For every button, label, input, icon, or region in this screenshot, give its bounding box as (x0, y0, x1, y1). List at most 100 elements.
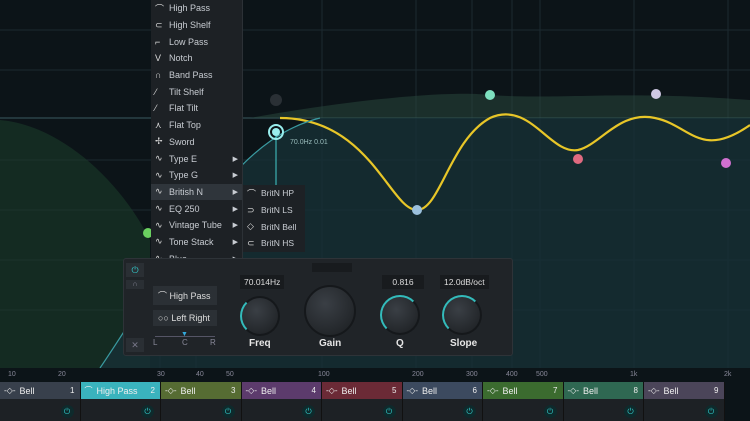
band-number: 9 (714, 386, 719, 395)
tilt-shelf-icon: ⁄ (155, 86, 157, 97)
axis-tick-label: 300 (466, 371, 478, 378)
band-slot-1[interactable]: -◇- Bell 1 ⏻ (0, 382, 81, 421)
band-slot-8[interactable]: -◇- Bell 8 ⏻ (563, 382, 644, 421)
axis-tick-label: 20 (58, 371, 66, 378)
pan-slider[interactable]: ▼ L C R (153, 331, 217, 348)
menu-item-vintage-tube[interactable]: ∿ Vintage Tube ▶ (151, 217, 242, 234)
gain-value-field[interactable] (312, 263, 352, 272)
band-header[interactable]: -◇- Bell 4 (241, 382, 321, 399)
band-header[interactable]: -◇- Bell 3 (161, 382, 241, 399)
filter-type-menu: ⌒ High Pass ⊂ High Shelf ⌐ Low Pass V Notch ∩ Ban… (151, 0, 243, 287)
power-icon[interactable]: ⏻ (704, 405, 718, 418)
band-type-label: Bell (502, 385, 518, 396)
bell-icon: -◇- (4, 386, 16, 395)
submenu-item-britn-bell[interactable]: ◇ BritN Bell (243, 218, 305, 235)
chevron-right-icon: ▶ (232, 222, 238, 230)
filter-type-dropdown[interactable]: ⌒ High Pass (153, 286, 217, 305)
slope-knob[interactable] (442, 295, 482, 335)
power-icon[interactable]: ⏻ (60, 405, 74, 418)
menu-item-flat-top[interactable]: ⋏ Flat Top (151, 117, 242, 134)
band-slot-7[interactable]: -◇- Bell 7 ⏻ (483, 382, 564, 421)
band-header[interactable]: -◇- Bell 1 (0, 382, 80, 399)
menu-item-label: Notch (169, 53, 193, 64)
band-slot-5[interactable]: -◇- Bell 5 ⏻ (322, 382, 403, 421)
power-icon[interactable]: ⏻ (126, 263, 144, 277)
filter-shape-icon: ⊂ (247, 237, 255, 248)
band-type-label: Bell (421, 385, 437, 396)
bell-icon: -◇- (245, 386, 257, 395)
band-slot-6[interactable]: -◇- Bell 6 ⏻ (402, 382, 483, 421)
menu-item-band-pass[interactable]: ∩ Band Pass (151, 67, 242, 84)
band-slot-4[interactable]: -◇- Bell 4 ⏻ (241, 382, 322, 421)
menu-item-british-n[interactable]: ∿ British N ▶ (151, 183, 242, 201)
menu-item-tilt-shelf[interactable]: ⁄ Tilt Shelf (151, 83, 242, 100)
solo-headphones-icon[interactable]: ∩ (126, 280, 144, 289)
wave-icon: ∿ (155, 203, 163, 214)
freq-value[interactable]: 70.014Hz (240, 275, 285, 289)
slope-value[interactable]: 12.0dB/oct (440, 275, 489, 289)
menu-item-low-pass[interactable]: ⌐ Low Pass (151, 33, 242, 50)
menu-item-notch[interactable]: V Notch (151, 50, 242, 67)
headphones-icon[interactable] (270, 94, 282, 106)
menu-item-high-shelf[interactable]: ⊂ High Shelf (151, 17, 242, 34)
pan-handle[interactable]: ▼ (181, 331, 188, 338)
band-slot-3[interactable]: -◇- Bell 3 ⏻ (161, 382, 242, 421)
menu-item-type-g[interactable]: ∿ Type G ▶ (151, 167, 242, 184)
axis-tick-label: 50 (226, 371, 234, 378)
band-number: 8 (633, 386, 638, 395)
band-header[interactable]: -◇- Bell 9 (644, 382, 724, 399)
band-header[interactable]: -◇- Bell 5 (322, 382, 402, 399)
power-icon[interactable]: ⏻ (543, 405, 557, 418)
wave-icon: ∿ (155, 186, 163, 197)
close-band-button[interactable]: ✕ (126, 338, 144, 352)
menu-item-flat-tilt[interactable]: ⁄ Flat Tilt (151, 100, 242, 117)
filter-shape-icon: ⊃ (247, 204, 255, 215)
band-node-5[interactable] (573, 154, 583, 164)
sword-icon: ✢ (155, 136, 163, 147)
wave-icon: ∿ (155, 236, 163, 247)
q-knob[interactable] (380, 295, 420, 335)
gain-knob[interactable] (304, 285, 356, 337)
channel-mode-dropdown[interactable]: ○○ Left Right (153, 310, 217, 326)
filter-type-label: High Pass (169, 291, 211, 301)
high-pass-icon: ⌒ (84, 386, 93, 395)
band-header[interactable]: -◇- Bell 6 (402, 382, 482, 399)
submenu-item-britn-hs[interactable]: ⊂ BritN HS (243, 235, 305, 252)
menu-item-label: Sword (169, 136, 195, 147)
filter-shape-icon: ⌒ (247, 188, 257, 199)
submenu-item-britn-hp[interactable]: ⌒ BritN HP (243, 185, 305, 202)
band-header[interactable]: -◇- Bell 7 (483, 382, 563, 399)
band-slot-2[interactable]: ⌒ High Pass 2 ⏻ (80, 382, 161, 421)
band-node-4[interactable] (721, 158, 731, 168)
bell-icon: -◇- (648, 386, 660, 395)
power-icon[interactable]: ⏻ (624, 405, 637, 418)
band-type-label: Bell (582, 385, 598, 396)
power-icon[interactable]: ⏻ (382, 405, 396, 418)
band-node-8[interactable] (485, 90, 495, 100)
frequency-axis: 10 20 30 40 50 100 200 300 400 500 1k 2k (0, 368, 750, 382)
power-icon[interactable]: ⏻ (463, 405, 476, 418)
power-icon[interactable]: ⏻ (221, 405, 235, 418)
submenu-item-britn-ls[interactable]: ⊃ BritN LS (243, 202, 305, 219)
band-header[interactable]: -◇- Bell 8 (563, 382, 643, 399)
menu-item-eq-250[interactable]: ∿ EQ 250 ▶ (151, 200, 242, 217)
menu-item-type-e[interactable]: ∿ Type E ▶ (151, 150, 242, 167)
submenu-item-label: BritN Bell (261, 221, 297, 232)
menu-item-label: Tilt Shelf (169, 86, 204, 97)
slope-label: Slope (450, 338, 478, 349)
band-number: 4 (311, 386, 316, 395)
power-icon[interactable]: ⏻ (302, 405, 315, 418)
menu-item-tone-stack[interactable]: ∿ Tone Stack ▶ (151, 234, 242, 251)
band-slot-9[interactable]: -◇- Bell 9 ⏻ (644, 382, 725, 421)
submenu-item-label: BritN LS (261, 205, 293, 216)
band-node-6[interactable] (412, 205, 422, 215)
submenu-item-label: BritN HS (261, 238, 295, 249)
pan-label-l: L (153, 338, 158, 347)
menu-item-high-pass[interactable]: ⌒ High Pass (151, 0, 242, 17)
q-value[interactable]: 0.816 (382, 275, 424, 289)
menu-item-sword[interactable]: ✢ Sword (151, 134, 242, 151)
band-header[interactable]: ⌒ High Pass 2 (80, 382, 160, 399)
freq-knob[interactable] (240, 296, 280, 336)
band-node-9[interactable] (651, 89, 661, 99)
power-icon[interactable]: ⏻ (141, 405, 154, 418)
